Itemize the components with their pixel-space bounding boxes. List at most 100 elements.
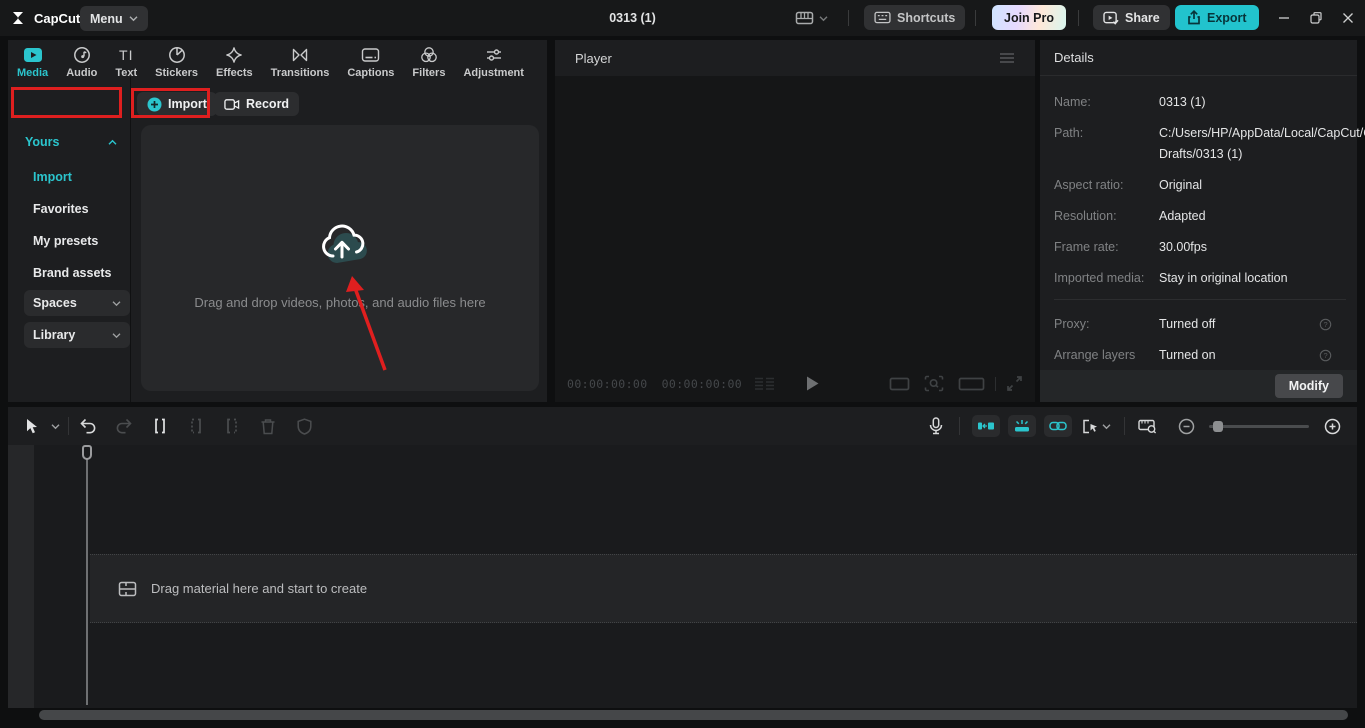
tab-label: Effects: [215, 67, 253, 79]
timeline-horizontal-scrollbar[interactable]: [39, 710, 1348, 720]
select-tool-dropdown[interactable]: [46, 411, 64, 441]
sidebar-item-my-presets[interactable]: My presets: [33, 234, 98, 248]
tab-label: Filters: [412, 67, 446, 79]
tab-media[interactable]: Media: [8, 45, 57, 79]
detail-label: Arrange layers: [1054, 348, 1136, 362]
join-pro-button[interactable]: Join Pro: [992, 5, 1067, 30]
ratio-icon[interactable]: [889, 377, 910, 391]
tab-captions[interactable]: Captions: [338, 45, 403, 79]
detail-row-aspect-ratio: Aspect ratio: Original: [1054, 175, 1346, 196]
sidebar-item-brand-assets[interactable]: Brand assets: [33, 266, 112, 280]
detail-label: Proxy:: [1054, 317, 1090, 331]
tab-effects[interactable]: Effects: [207, 45, 262, 79]
zoom-slider-handle[interactable]: [1213, 420, 1223, 432]
share-button[interactable]: Share: [1093, 5, 1170, 30]
export-icon: [1188, 10, 1200, 25]
zoom-out-button[interactable]: [1171, 411, 1201, 441]
film-icon: [118, 581, 137, 596]
details-divider: [1054, 299, 1346, 300]
snap-toggle[interactable]: [1008, 415, 1036, 437]
cursor-icon: [26, 418, 37, 433]
player-title: Player: [575, 50, 612, 66]
microphone-icon: [929, 417, 943, 435]
fit-zoom-icon[interactable]: [924, 375, 944, 392]
transitions-icon: [292, 48, 308, 62]
play-icon[interactable]: [805, 375, 820, 392]
empty-track-row[interactable]: Drag material here and start to create: [90, 554, 1357, 623]
voiceover-button[interactable]: [921, 411, 951, 441]
detail-row-name: Name: 0313 (1): [1054, 92, 1346, 113]
details-header: Details: [1040, 40, 1357, 76]
keyboard-icon: [874, 11, 891, 24]
layout-switcher[interactable]: [795, 0, 828, 36]
sidebar-item-spaces[interactable]: Spaces: [24, 290, 130, 316]
tab-label: Stickers: [155, 67, 198, 79]
app-logo: CapCut: [12, 0, 80, 36]
resolution-icon[interactable]: [958, 377, 985, 391]
tab-audio[interactable]: Audio: [57, 45, 106, 79]
capcut-logo-icon: [13, 12, 23, 24]
detail-value: Turned off: [1159, 317, 1216, 331]
cloud-upload-icon: [322, 224, 367, 263]
details-panel: Details Name: 0313 (1) Path: C:/Users/HP…: [1040, 40, 1365, 402]
layout-icon: [795, 11, 814, 25]
sidebar-item-import[interactable]: Import: [33, 170, 72, 184]
menu-button[interactable]: Menu: [80, 6, 148, 31]
export-button[interactable]: Export: [1175, 5, 1259, 30]
playhead-line[interactable]: [86, 445, 88, 705]
tab-transitions[interactable]: Transitions: [262, 45, 339, 79]
undo-button[interactable]: [73, 411, 103, 441]
info-icon[interactable]: ?: [1319, 318, 1332, 331]
annotation-box-import: [131, 88, 210, 118]
player-menu-icon[interactable]: [999, 52, 1015, 64]
timecode-total: 00:00:00:00: [661, 376, 743, 391]
detail-value: 0313 (1): [1159, 95, 1206, 109]
timeline-area[interactable]: Drag material here and start to create: [8, 445, 1357, 708]
fullscreen-icon[interactable]: [1006, 375, 1023, 392]
info-icon[interactable]: ?: [1319, 349, 1332, 362]
tab-text[interactable]: TI Text: [106, 45, 146, 79]
timeline-zoom-slider[interactable]: [1209, 420, 1309, 432]
redo-button[interactable]: [109, 411, 139, 441]
titlebar-divider: [848, 10, 849, 26]
auto-ripple-toggle[interactable]: [972, 415, 1000, 437]
sidebar-item-favorites[interactable]: Favorites: [33, 202, 89, 216]
split-button[interactable]: [145, 411, 175, 441]
player-header: Player: [555, 40, 1035, 76]
detail-row-frame-rate: Frame rate: 30.00fps: [1054, 237, 1346, 258]
tab-adjustment[interactable]: Adjustment: [454, 45, 533, 79]
detail-value: C:/Users/HP/AppData/Local/CapCut/CapCut …: [1159, 126, 1365, 161]
modify-button[interactable]: Modify: [1274, 374, 1343, 398]
close-button[interactable]: [1333, 4, 1363, 32]
preview-axis-button[interactable]: [1133, 411, 1163, 441]
track-mode-dropdown[interactable]: [1076, 411, 1116, 441]
project-title: 0313 (1): [609, 11, 656, 25]
select-tool-button[interactable]: [16, 411, 46, 441]
tab-label: Captions: [347, 67, 395, 79]
media-icon: [23, 48, 42, 62]
link-toggle[interactable]: [1044, 415, 1072, 437]
share-label: Share: [1125, 10, 1160, 25]
tab-filters[interactable]: Filters: [403, 45, 454, 79]
minimize-icon: [1279, 17, 1289, 19]
shortcuts-button[interactable]: Shortcuts: [864, 5, 966, 30]
mask-button[interactable]: [289, 411, 319, 441]
record-button[interactable]: Record: [214, 92, 300, 116]
playhead-handle[interactable]: [82, 445, 92, 460]
tab-stickers[interactable]: Stickers: [146, 45, 207, 79]
delete-button[interactable]: [253, 411, 283, 441]
detail-value: Turned on: [1159, 348, 1216, 362]
text-icon: TI: [119, 47, 134, 63]
toolbar-divider: [68, 417, 69, 435]
share-icon: [1103, 11, 1119, 25]
sidebar-group-yours[interactable]: Yours: [25, 135, 117, 149]
zoom-in-button[interactable]: [1317, 411, 1347, 441]
titlebar-divider: [975, 10, 976, 26]
shield-icon: [296, 417, 312, 435]
sidebar-item-library[interactable]: Library: [24, 322, 130, 348]
maximize-button[interactable]: [1301, 4, 1331, 32]
delete-right-button[interactable]: [217, 411, 247, 441]
stickers-icon: [168, 47, 185, 63]
delete-left-button[interactable]: [181, 411, 211, 441]
minimize-button[interactable]: [1269, 4, 1299, 32]
